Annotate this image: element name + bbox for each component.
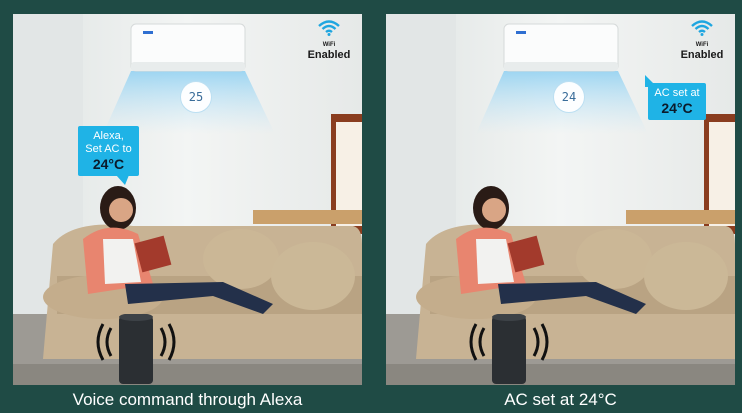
panel-voice-command: 25 WiFi Enabled Alexa, Set AC to 24°C (13, 14, 362, 385)
room-scene (13, 14, 362, 385)
room-scene (386, 14, 735, 385)
bubble-temperature: 24°C (92, 156, 125, 172)
wifi-label: WiFi (322, 42, 336, 48)
bubble-line-1: Alexa, (93, 130, 124, 142)
bubble-line-1: AC set at (654, 87, 700, 99)
ac-temperature-display: 24 (553, 81, 585, 113)
wifi-badge: WiFi Enabled (677, 20, 727, 61)
wifi-enabled-label: Enabled (307, 49, 351, 61)
bubble-temperature: 24°C (661, 100, 693, 116)
bubble-line-2: Set AC to (85, 143, 132, 155)
smart-speaker-icon (469, 314, 549, 384)
wifi-icon (691, 20, 713, 36)
caption-voice-command: Voice command through Alexa (72, 390, 303, 409)
wifi-label: WiFi (695, 42, 709, 48)
wifi-enabled-label: Enabled (680, 49, 724, 61)
wifi-icon (318, 20, 340, 36)
voice-command-bubble: Alexa, Set AC to 24°C (78, 126, 139, 185)
caption-ac-set: AC set at 24°C (504, 390, 617, 409)
panel-ac-set: 24 WiFi Enabled AC set at 24°C (386, 14, 735, 385)
ac-status-bubble: AC set at 24°C (645, 75, 706, 120)
wifi-badge: WiFi Enabled (304, 20, 354, 61)
ac-temperature-display: 25 (180, 81, 212, 113)
smart-speaker-icon (96, 314, 176, 384)
